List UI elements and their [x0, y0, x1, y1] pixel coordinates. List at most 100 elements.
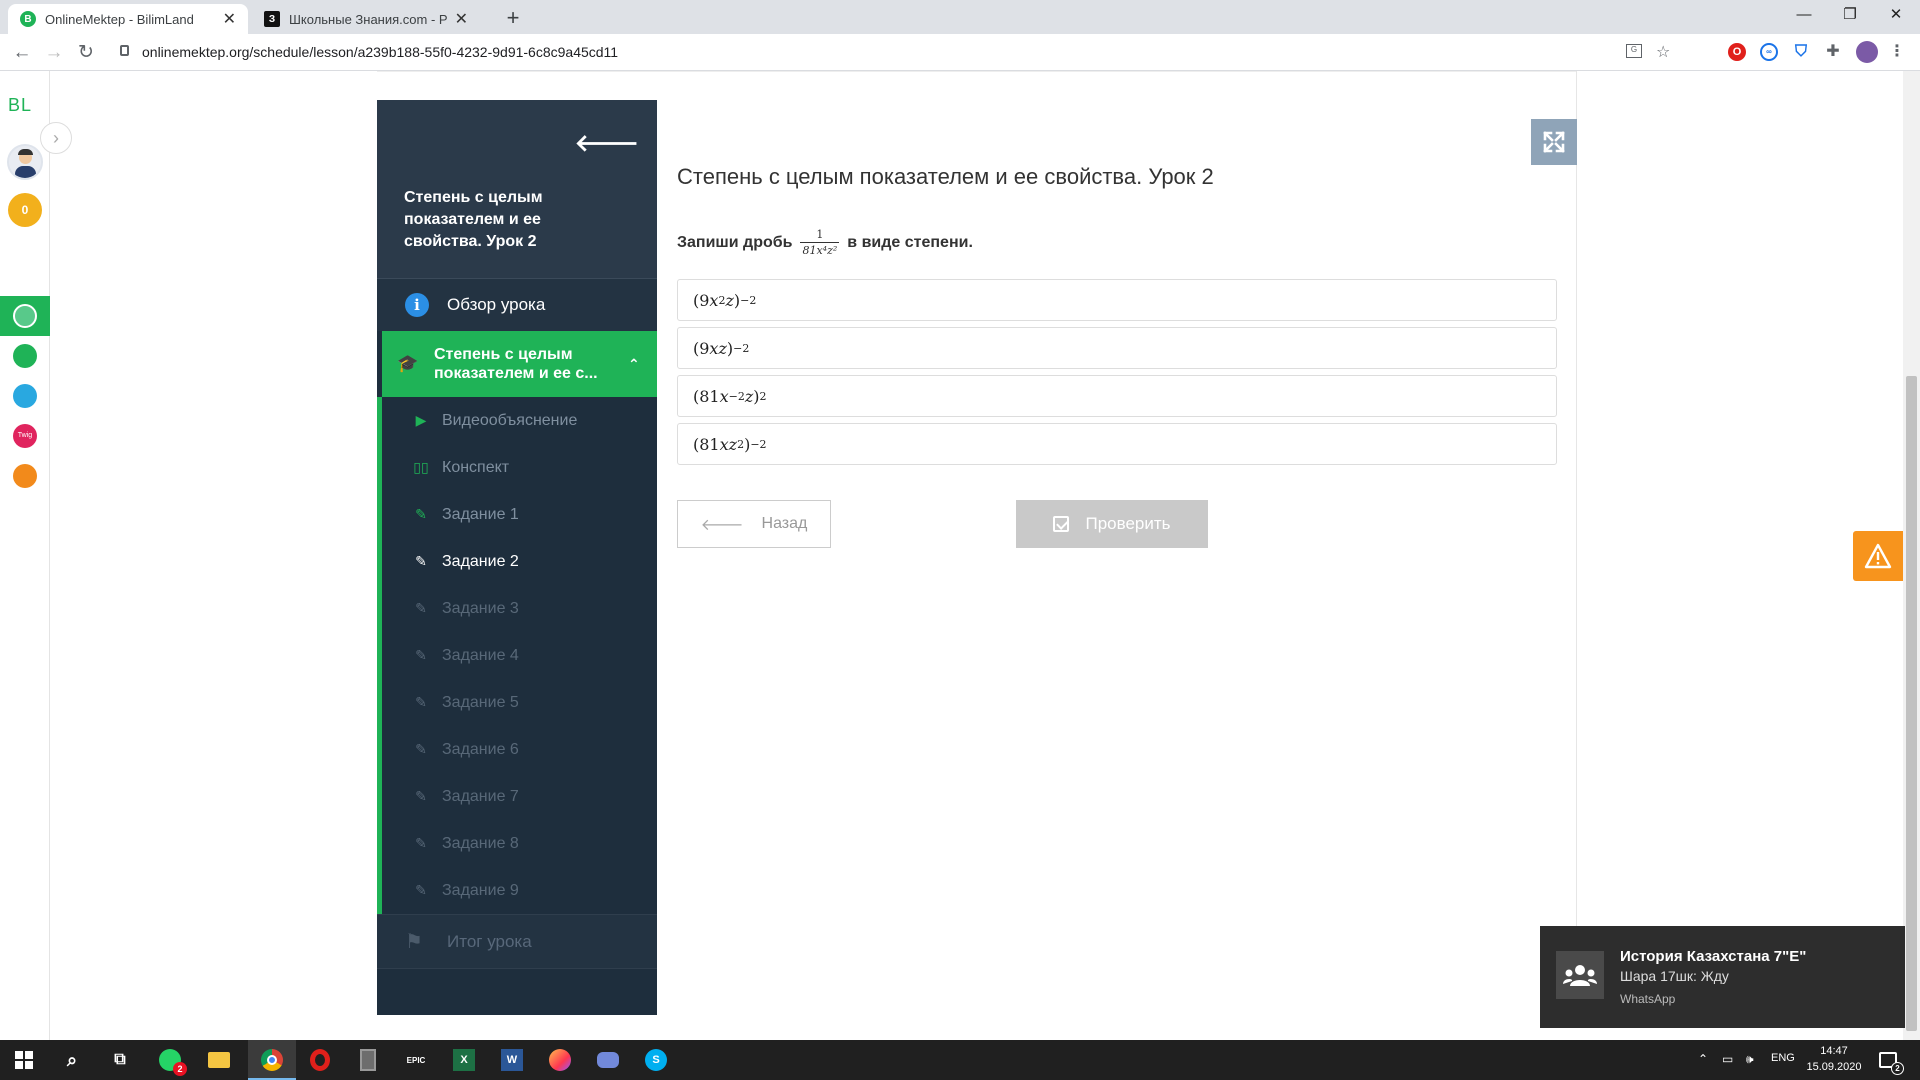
network-icon[interactable]: ▭	[1722, 1052, 1733, 1066]
excel-icon[interactable]: X	[450, 1046, 478, 1074]
answer-option-2[interactable]: (9 xz) −2	[677, 327, 1557, 369]
nav-item-label: Задание 3	[442, 599, 519, 617]
calculator-icon[interactable]	[354, 1046, 382, 1074]
coins-badge[interactable]: 0	[8, 193, 42, 227]
skype-icon[interactable]: S	[642, 1046, 670, 1074]
option-base: (81	[693, 386, 720, 406]
clock-time: 14:47	[1820, 1045, 1848, 1057]
word-icon[interactable]: W	[498, 1046, 526, 1074]
nav-item-task-5[interactable]: ✎ Задание 5	[382, 679, 657, 726]
windows-taskbar: ⌕ ⧉ 2 EPIC X W S ⌃ ▭ 🕪 ENG 14:47 15.09.2…	[0, 1040, 1920, 1080]
edit-icon: ✎	[415, 882, 427, 898]
lesson-nav-title: Степень с целым показателем и ее свойств…	[404, 189, 543, 250]
tab-znania[interactable]: З Школьные Знания.com - Решае ✕	[252, 4, 480, 34]
lesson-header: 🡐 Степень с целым показателем и ее свойс…	[377, 100, 657, 278]
file-explorer-icon[interactable]	[205, 1046, 233, 1074]
tab-title: OnlineMektep - BilimLand	[45, 11, 194, 27]
nav-item-task-2[interactable]: ✎ Задание 2	[382, 538, 657, 585]
nav-item-task-3[interactable]: ✎ Задание 3	[382, 585, 657, 632]
search-icon[interactable]: ⌕	[58, 1046, 86, 1074]
epic-games-icon[interactable]: EPIC	[402, 1046, 430, 1074]
close-window-icon[interactable]: ✕	[1873, 0, 1919, 30]
flag-icon: ⚑	[405, 931, 423, 953]
nav-item-label: Задание 2	[442, 552, 519, 570]
answer-option-3[interactable]: (81 x −2 z) 2	[677, 375, 1557, 417]
option-var: xz	[709, 338, 727, 358]
rail-app-daryn[interactable]	[0, 376, 50, 416]
reload-icon[interactable]: ↻	[72, 39, 100, 67]
answer-option-1[interactable]: (9 x 2 z) −2	[677, 279, 1557, 321]
page-scrollbar[interactable]	[1903, 71, 1920, 1040]
volume-icon[interactable]: 🕪	[1746, 1052, 1754, 1067]
shield-extension-icon[interactable]: ⛉	[1792, 43, 1810, 61]
windows-start-icon[interactable]	[10, 1046, 38, 1074]
nav-item-task-1[interactable]: ✎ Задание 1	[382, 491, 657, 538]
back-icon[interactable]: ←	[8, 39, 36, 67]
nav-item-video[interactable]: ▶ Видеообъяснение	[382, 397, 657, 444]
answer-option-4[interactable]: (81 xz 2) −2	[677, 423, 1557, 465]
system-clock[interactable]: 14:47 15.09.2020	[1806, 1043, 1862, 1075]
chevron-up-icon[interactable]: ⌃	[628, 356, 640, 373]
collapse-arrow-left-icon[interactable]: 🡐	[575, 128, 639, 158]
nav-item-task-6[interactable]: ✎ Задание 6	[382, 726, 657, 773]
fraction: 1 81x⁴z²	[800, 228, 840, 257]
address-bar[interactable]: onlinemektep.org/schedule/lesson/a239b18…	[110, 36, 1690, 68]
chrome-taskbar-icon[interactable]	[258, 1046, 286, 1074]
user-avatar[interactable]	[7, 144, 43, 180]
nav-item-label: Задание 8	[442, 834, 519, 852]
nav-item-task-4[interactable]: ✎ Задание 4	[382, 632, 657, 679]
language-indicator[interactable]: ENG	[1771, 1052, 1795, 1064]
translate-icon[interactable]: G	[1626, 44, 1642, 58]
task-view-icon[interactable]: ⧉	[106, 1046, 134, 1074]
tab-onlinemektep[interactable]: B OnlineMektep - BilimLand ✕	[8, 4, 248, 34]
rail-app-twig[interactable]: Twig	[0, 416, 50, 456]
close-tab-icon[interactable]: ✕	[455, 9, 468, 29]
rail-app-bilimland[interactable]	[0, 336, 50, 376]
edit-icon: ✎	[415, 694, 427, 710]
back-button[interactable]: 🡐 Назад	[677, 500, 831, 548]
extension-icon[interactable]: ∞	[1760, 43, 1778, 61]
nav-item-overview[interactable]: i Обзор урока	[377, 278, 657, 331]
check-button[interactable]: Проверить	[1016, 500, 1208, 548]
edit-icon: ✎	[415, 741, 427, 757]
nav-item-task-9[interactable]: ✎ Задание 9	[382, 867, 657, 914]
opera-extension-icon[interactable]: O	[1728, 43, 1746, 61]
puzzle-extensions-icon[interactable]: ✚	[1824, 43, 1842, 61]
menu-kebab-icon[interactable]: ⋮	[1888, 43, 1906, 61]
whatsapp-notification[interactable]: История Казахстана 7"E" Шара 17шк: Жду W…	[1540, 926, 1905, 1028]
nav-item-task-7[interactable]: ✎ Задание 7	[382, 773, 657, 820]
twig-icon: Twig	[13, 424, 37, 448]
whatsapp-taskbar-icon[interactable]: 2	[156, 1046, 187, 1076]
lock-icon	[120, 45, 129, 56]
new-tab-button[interactable]: +	[499, 4, 527, 32]
minimize-icon[interactable]: —	[1781, 0, 1827, 30]
maximize-icon[interactable]: ❐	[1827, 0, 1873, 30]
option-inner-exp: 2	[737, 437, 745, 451]
opera-taskbar-icon[interactable]	[306, 1046, 334, 1074]
option-base: (9	[693, 338, 710, 358]
nav-item-notes[interactable]: ▯▯ Конспект	[382, 444, 657, 491]
lesson-sidebar: 🡐 Степень с целым показателем и ее свойс…	[377, 100, 657, 1015]
close-tab-icon[interactable]: ✕	[223, 9, 236, 29]
question-before: Запиши дробь	[677, 234, 793, 251]
forward-icon[interactable]: →	[40, 39, 68, 67]
bookmark-star-icon[interactable]: ☆	[1656, 42, 1670, 62]
profile-avatar-icon[interactable]	[1856, 41, 1878, 63]
fraction-numerator: 1	[816, 228, 824, 241]
rail-app-imektep[interactable]	[0, 456, 50, 496]
nav-section-lesson[interactable]: 🎓 Степень с целым показателем и ее с... …	[382, 331, 657, 397]
firefox-icon[interactable]	[546, 1046, 574, 1074]
discord-icon[interactable]	[594, 1046, 622, 1074]
report-problem-button[interactable]	[1853, 531, 1903, 581]
check-button-label: Проверить	[1085, 514, 1171, 533]
rail-app-onlinemektep[interactable]	[0, 296, 50, 336]
notification-count: 2	[1891, 1062, 1904, 1075]
nav-item-task-8[interactable]: ✎ Задание 8	[382, 820, 657, 867]
tray-chevron-up-icon[interactable]: ⌃	[1698, 1052, 1708, 1066]
expand-rail-chevron-icon[interactable]: ›	[40, 122, 72, 154]
fullscreen-button[interactable]	[1531, 119, 1577, 165]
action-center-icon[interactable]: 2	[1874, 1046, 1904, 1075]
scrollbar-thumb[interactable]	[1906, 376, 1917, 1031]
nav-item-result[interactable]: ⚑ Итог урока	[377, 914, 657, 969]
bilimland-logo[interactable]: BL	[8, 95, 32, 116]
